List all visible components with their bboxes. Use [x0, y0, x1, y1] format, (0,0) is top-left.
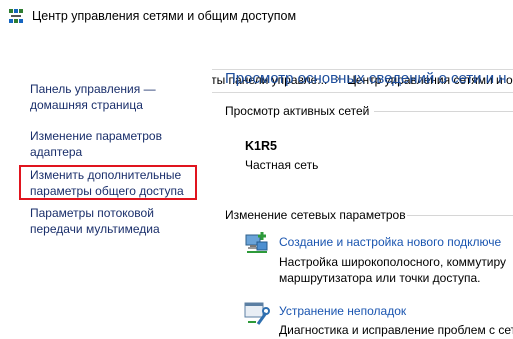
sidebar-item-line: Изменение параметров [30, 129, 162, 143]
section-divider [374, 111, 513, 112]
active-networks-heading: Просмотр активных сетей [225, 104, 370, 118]
sidebar-item-line: адаптера [30, 144, 83, 159]
address-row: ← → ∨ ↑ › Все элементы панели управле...… [0, 32, 513, 93]
page-title: Просмотр основных сведений о сети и н [225, 70, 507, 87]
create-connection-desc-line: Настройка широкополосного, коммутиру [279, 255, 507, 269]
change-settings-heading: Изменение сетевых параметров [225, 208, 406, 222]
highlight-box [19, 165, 197, 200]
sidebar-item-line: домашняя страница [30, 97, 143, 112]
new-connection-icon [244, 232, 270, 261]
troubleshoot-icon [244, 300, 270, 331]
network-type: Частная сеть [245, 158, 319, 172]
troubleshoot-desc-line: Диагностика и исправление проблем с сет [279, 323, 513, 337]
title-bar: Центр управления сетями и общим доступом [0, 0, 513, 32]
sidebar-item-adapter-settings[interactable]: Изменение параметров адаптера [30, 129, 162, 160]
sidebar-item-control-panel-home[interactable]: Панель управления — домашняя страница [30, 82, 156, 113]
sidebar-item-line: Параметры потоковой [30, 206, 154, 220]
sidebar-item-media-streaming[interactable]: Параметры потоковой передачи мультимедиа [30, 206, 160, 237]
troubleshoot-link[interactable]: Устранение неполадок [279, 304, 406, 318]
network-center-icon [8, 8, 24, 29]
window-title: Центр управления сетями и общим доступом [32, 9, 297, 23]
network-name: K1R5 [245, 139, 277, 153]
sidebar-item-line: Панель управления — [30, 82, 156, 96]
section-divider [407, 215, 513, 216]
create-connection-desc-line: маршрутизатора или точки доступа. [279, 271, 481, 285]
create-connection-link[interactable]: Создание и настройка нового подключе [279, 235, 501, 249]
sidebar-item-line: передачи мультимедиа [30, 221, 160, 236]
